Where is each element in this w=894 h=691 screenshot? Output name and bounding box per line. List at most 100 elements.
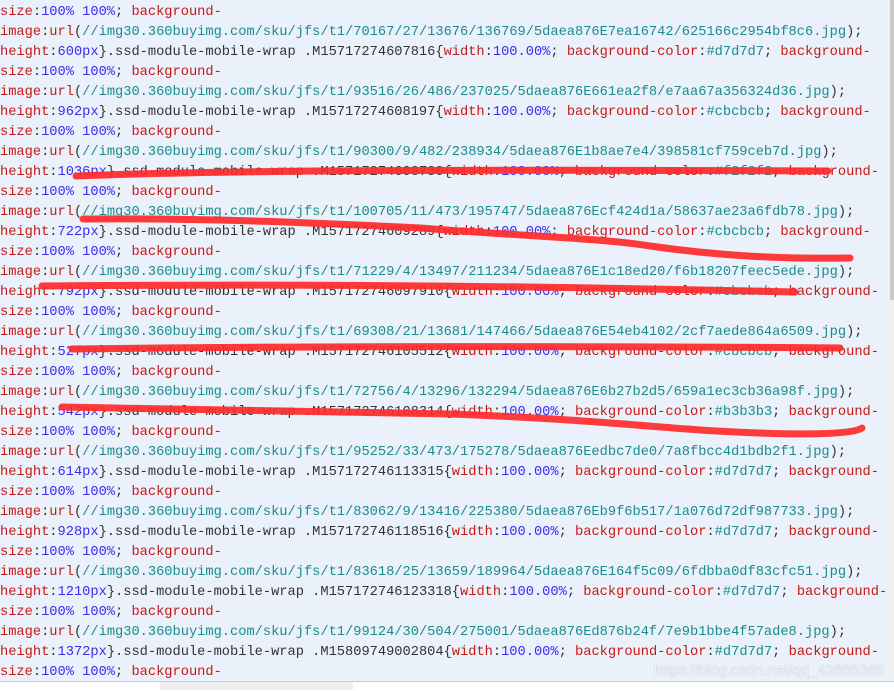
code-token-prop: background- — [788, 405, 879, 420]
code-token-plain: ( — [73, 145, 83, 160]
horizontal-scrollbar[interactable] — [160, 682, 353, 690]
code-token-prop: size — [0, 185, 33, 200]
code-token-prop: background- — [131, 5, 222, 20]
code-token-prop: background- — [131, 605, 222, 620]
code-token-prop: url — [49, 385, 74, 400]
code-token-url: #d7d7d7 — [706, 45, 764, 60]
code-token-plain: ( — [73, 265, 83, 280]
code-token-prop: width — [451, 345, 493, 360]
code-token-prop: width — [460, 585, 502, 600]
code-token-url: //img30.360buyimg.com/sku/jfs/t1/83062/9… — [82, 505, 838, 520]
code-token-plain: }.ssd-module-mobile-wrap .M1571727460873… — [106, 165, 452, 180]
code-line: size:100% 100%; background- — [0, 423, 222, 443]
code-line: size:100% 100%; background- — [0, 63, 222, 83]
code-token-plain: ; — [558, 285, 576, 300]
code-token-val: 100.00% — [501, 165, 559, 180]
code-token-prop: background- — [788, 165, 879, 180]
code-token-plain: ); — [846, 325, 863, 340]
code-token-plain: : — [706, 285, 715, 300]
code-token-plain: ; — [558, 645, 576, 660]
code-token-plain: : — [49, 405, 58, 420]
code-token-prop: background- — [131, 425, 222, 440]
code-token-plain: ; — [763, 45, 781, 60]
code-token-plain: : — [492, 345, 502, 360]
code-token-plain: ; — [566, 585, 584, 600]
code-token-plain: ; — [780, 585, 797, 600]
code-token-prop: background- — [788, 345, 879, 360]
code-line: size:100% 100%; background- — [0, 3, 222, 23]
code-token-val: 100.00% — [501, 345, 559, 360]
code-token-val: 100% 100% — [41, 545, 116, 560]
code-token-plain: : — [492, 405, 502, 420]
code-token-prop: background- — [780, 225, 871, 240]
code-token-plain: ); — [821, 145, 838, 160]
code-token-prop: height — [0, 285, 50, 300]
code-line: image:url(//img30.360buyimg.com/sku/jfs/… — [0, 563, 863, 583]
code-token-val: 600px — [57, 45, 99, 60]
code-token-prop: width — [443, 225, 485, 240]
code-token-prop: image — [0, 325, 42, 340]
code-token-val: 792px — [57, 285, 99, 300]
code-token-prop: image — [0, 385, 42, 400]
code-token-prop: size — [0, 125, 33, 140]
code-line: height:1036px}.ssd-module-mobile-wrap .M… — [0, 163, 879, 183]
code-token-plain: ( — [73, 445, 83, 460]
code-token-prop: image — [0, 505, 42, 520]
code-token-val: 100% 100% — [41, 65, 116, 80]
code-token-plain: : — [492, 645, 502, 660]
code-token-plain: ; — [550, 225, 567, 240]
code-token-plain: ); — [829, 85, 847, 100]
code-token-prop: width — [451, 285, 493, 300]
code-token-prop: url — [49, 565, 74, 580]
vertical-scrollbar-thumb[interactable] — [890, 0, 894, 300]
code-line: image:url(//img30.360buyimg.com/sku/jfs/… — [0, 383, 854, 403]
code-token-prop: height — [0, 105, 50, 120]
code-token-prop: url — [49, 445, 74, 460]
code-token-plain: ); — [837, 205, 855, 220]
code-token-plain: ; — [115, 665, 132, 680]
code-token-plain: ( — [73, 85, 83, 100]
code-token-plain: ; — [772, 345, 789, 360]
code-token-plain: ( — [73, 385, 83, 400]
code-token-plain: ( — [73, 325, 83, 340]
code-token-plain: ); — [837, 505, 855, 520]
code-token-val: 100% 100% — [41, 425, 116, 440]
code-token-prop: background- — [131, 485, 222, 500]
code-token-prop: url — [49, 205, 74, 220]
code-token-plain: : — [484, 225, 493, 240]
code-token-url: #cbcbcb — [706, 225, 764, 240]
code-token-prop: background-color — [575, 165, 707, 180]
watermark: https://blog.csdn.net/qq_43666365 — [653, 662, 884, 679]
code-token-prop: background- — [788, 525, 879, 540]
code-token-url: #cbcbcb — [714, 285, 773, 300]
code-token-prop: image — [0, 265, 42, 280]
code-token-prop: height — [0, 645, 50, 660]
code-token-url: #cbcbcb — [714, 345, 773, 360]
code-token-plain: ( — [73, 25, 83, 40]
code-line: height:600px}.ssd-module-mobile-wrap .M1… — [0, 43, 871, 63]
code-line: image:url(//img30.360buyimg.com/sku/jfs/… — [0, 23, 863, 43]
code-line: image:url(//img30.360buyimg.com/sku/jfs/… — [0, 443, 846, 463]
code-token-val: 100% 100% — [41, 185, 116, 200]
code-line: height:928px}.ssd-module-mobile-wrap .M1… — [0, 523, 879, 543]
code-line: height:1210px}.ssd-module-mobile-wrap .M… — [0, 583, 887, 603]
code-token-plain: }.ssd-module-mobile-wrap .M1571727460781… — [98, 45, 444, 60]
code-line: height:542px}.ssd-module-mobile-wrap .M1… — [0, 403, 879, 423]
code-token-plain: ); — [829, 625, 847, 640]
code-token-val: 100% 100% — [41, 365, 116, 380]
code-token-plain: ; — [763, 105, 781, 120]
code-token-val: 1210px — [57, 585, 107, 600]
code-line: height:792px}.ssd-module-mobile-wrap .M1… — [0, 283, 879, 303]
code-token-prop: background- — [131, 185, 222, 200]
code-token-plain: ); — [837, 385, 855, 400]
code-line: image:url(//img30.360buyimg.com/sku/jfs/… — [0, 623, 846, 643]
code-line: size:100% 100%; background- — [0, 603, 222, 623]
code-token-prop: background-color — [583, 585, 715, 600]
code-token-val: 542px — [57, 405, 99, 420]
code-token-prop: background- — [780, 45, 871, 60]
code-token-plain: ; — [550, 105, 567, 120]
code-token-prop: image — [0, 205, 42, 220]
code-token-plain: ; — [115, 185, 132, 200]
code-line: height:722px}.ssd-module-mobile-wrap .M1… — [0, 223, 871, 243]
code-token-prop: size — [0, 605, 33, 620]
